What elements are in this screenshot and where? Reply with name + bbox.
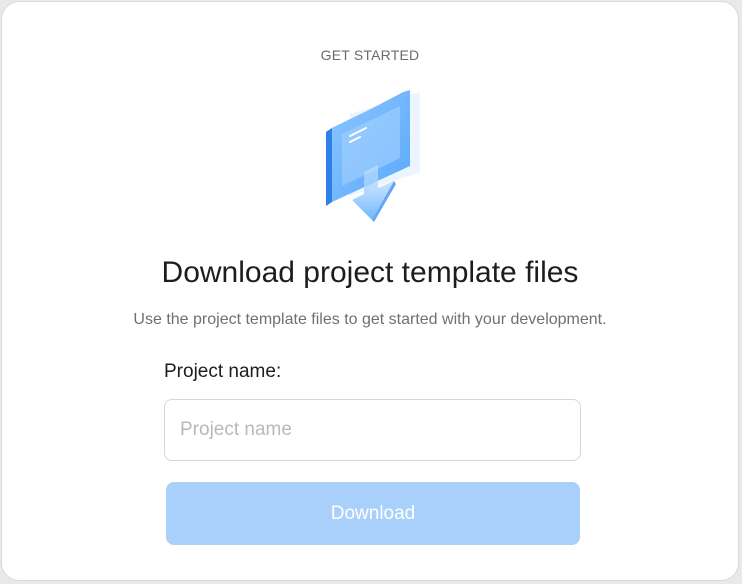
eyebrow-label: GET STARTED [320, 47, 420, 63]
project-name-input[interactable] [164, 399, 581, 461]
page-subtitle: Use the project template files to get st… [133, 311, 607, 328]
download-button[interactable]: Download [166, 482, 580, 545]
page-title: Download project template files [161, 256, 579, 289]
download-template-card: GET STARTED Download project template fi… [1, 1, 739, 581]
monitor-download-icon [320, 88, 424, 224]
project-name-label: Project name: [164, 361, 282, 382]
